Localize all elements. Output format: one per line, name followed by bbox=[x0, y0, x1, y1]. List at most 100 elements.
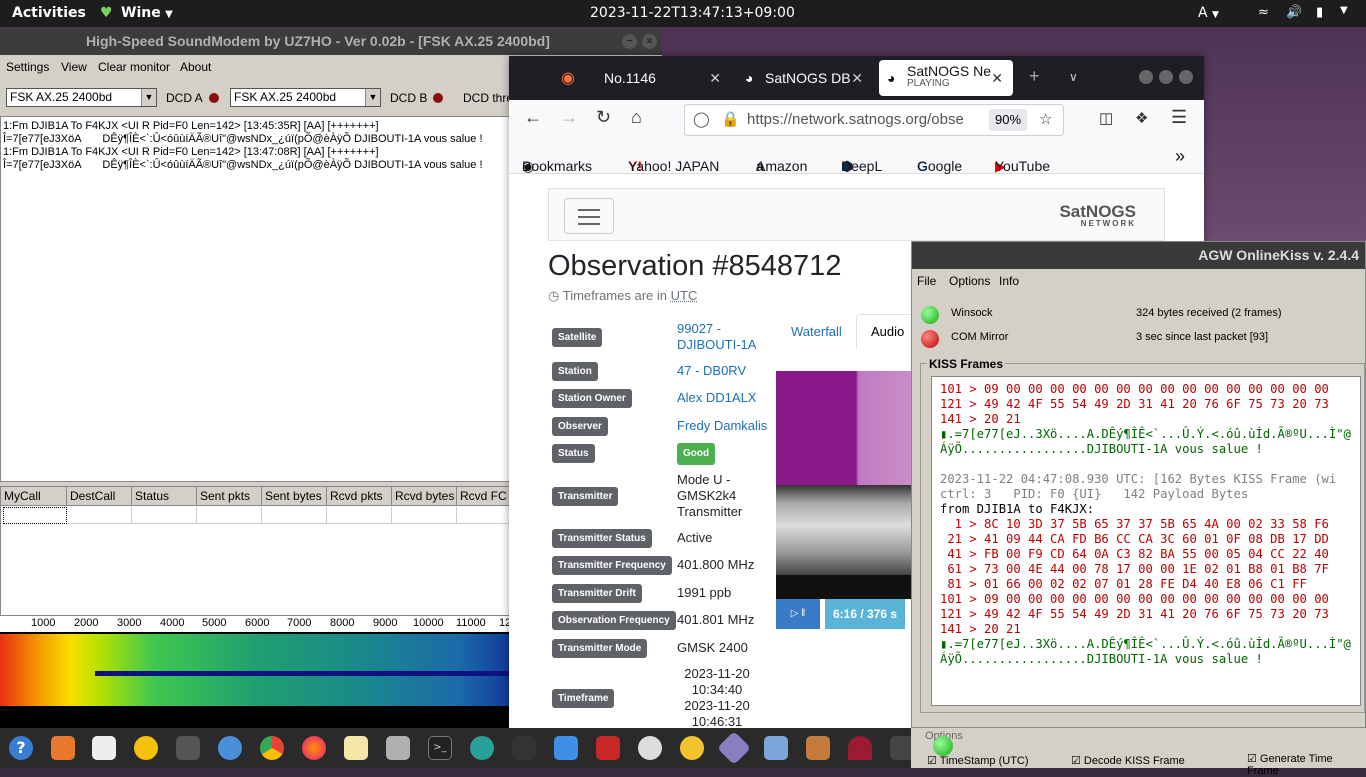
files-icon[interactable] bbox=[386, 736, 410, 760]
menu-about[interactable]: About bbox=[180, 55, 211, 79]
table-cell[interactable] bbox=[262, 507, 327, 524]
generate-time-frame-checkbox[interactable]: ☑ Generate Time Frame bbox=[1247, 752, 1366, 777]
tab-satnogs-db[interactable]: ◕ SatNOGS DB ✕ bbox=[739, 60, 873, 96]
character-app-icon[interactable] bbox=[680, 736, 704, 760]
menu-info[interactable]: Info bbox=[999, 269, 1019, 293]
radio-app-icon[interactable] bbox=[806, 736, 830, 760]
col-mycall[interactable]: MyCall bbox=[1, 487, 67, 506]
connections-table[interactable]: MyCall DestCall Status Sent pkts Sent by… bbox=[0, 486, 511, 616]
chrome-icon[interactable] bbox=[260, 736, 284, 760]
table-cell-selected[interactable] bbox=[3, 507, 67, 524]
mode-b-select[interactable]: FSK AX.25 2400bd ▼ bbox=[230, 88, 381, 107]
star-bookmark-icon[interactable]: ☆ bbox=[1039, 105, 1052, 135]
text-editor-icon[interactable] bbox=[344, 736, 368, 760]
tab-audio[interactable]: Audio bbox=[856, 314, 916, 348]
system-menu-chevron-icon[interactable]: ▼ bbox=[1340, 5, 1348, 16]
list-tabs-chevron-icon[interactable]: ∨ bbox=[1069, 70, 1078, 84]
battery-icon[interactable]: ▮ bbox=[1316, 5, 1323, 20]
map-tool-icon[interactable] bbox=[554, 736, 578, 760]
play-pause-button[interactable]: ▷ ‖ bbox=[776, 599, 820, 629]
value-observer[interactable]: Fredy Damkalis bbox=[677, 418, 777, 434]
value-station-owner[interactable]: Alex DD1ALX bbox=[677, 390, 777, 406]
soundmodem-titlebar[interactable]: High-Speed SoundModem by UZ7HO - Ver 0.0… bbox=[0, 28, 662, 55]
close-window-button[interactable] bbox=[1179, 70, 1193, 84]
agw-titlebar[interactable]: AGW OnlineKiss v. 2.4.4 bbox=[912, 242, 1365, 269]
col-sent-pkts[interactable]: Sent pkts bbox=[197, 487, 262, 506]
tab-satnogs-network[interactable]: ◕ SatNOGS Ne PLAYING ✕ bbox=[879, 60, 1013, 96]
menu-hamburger-icon[interactable]: ☰ bbox=[1171, 107, 1187, 128]
table-cell[interactable] bbox=[67, 507, 132, 524]
reload-icon[interactable]: ↻ bbox=[596, 107, 611, 128]
menu-view[interactable]: View bbox=[61, 55, 87, 79]
minimize-button[interactable] bbox=[1139, 70, 1153, 84]
kiss-frames-textarea[interactable]: 101 > 09 00 00 00 00 00 00 00 00 00 00 0… bbox=[931, 376, 1361, 706]
chevron-down-icon[interactable]: ▼ bbox=[365, 89, 380, 106]
wine-app-indicator-icon[interactable] bbox=[933, 736, 953, 756]
headset-icon[interactable] bbox=[134, 736, 158, 760]
table-cell[interactable] bbox=[457, 507, 511, 524]
minimize-button[interactable]: − bbox=[622, 34, 637, 49]
hamburger-menu-button[interactable] bbox=[564, 198, 614, 234]
menu-file[interactable]: File bbox=[917, 269, 936, 293]
shield-icon[interactable]: ◯ bbox=[693, 105, 710, 135]
back-arrow-icon[interactable]: ← bbox=[524, 107, 542, 128]
waterfall-image[interactable] bbox=[776, 371, 916, 599]
col-rcvd-pkts[interactable]: Rcvd pkts bbox=[327, 487, 392, 506]
firefox-view-icon[interactable]: ◉ bbox=[561, 68, 575, 88]
app-teal-icon[interactable] bbox=[470, 736, 494, 760]
tools-icon[interactable] bbox=[596, 736, 620, 760]
url-bar[interactable]: ◯ 🔒 https://network.satnogs.org/obse 90%… bbox=[684, 104, 1064, 136]
close-button[interactable]: × bbox=[642, 34, 657, 49]
col-rcvd-fc[interactable]: Rcvd FC bbox=[457, 487, 511, 506]
table-cell[interactable] bbox=[327, 507, 392, 524]
satnogs-logo[interactable]: SatNOGS NETWORK bbox=[1059, 203, 1136, 228]
value-station[interactable]: 47 - DB0RV bbox=[677, 363, 777, 379]
more-bookmarks-chevron-icon[interactable]: » bbox=[1175, 146, 1185, 167]
volume-icon[interactable]: 🔊 bbox=[1286, 5, 1302, 20]
forward-arrow-icon[interactable]: → bbox=[560, 107, 578, 128]
col-sent-bytes[interactable]: Sent bytes bbox=[262, 487, 327, 506]
monitor-textarea[interactable]: 1:Fm DJIB1A To F4KJX <UI R Pid=F0 Len=14… bbox=[0, 116, 510, 482]
close-tab-icon[interactable]: ✕ bbox=[851, 60, 863, 96]
chevron-down-icon[interactable]: ▼ bbox=[141, 89, 156, 106]
help-icon[interactable]: ? bbox=[9, 736, 33, 760]
photo-app-icon[interactable] bbox=[764, 736, 788, 760]
diamond-app-icon[interactable] bbox=[717, 731, 751, 765]
table-cell[interactable] bbox=[132, 507, 197, 524]
wine-app-menu[interactable]: ♥ Wine ▼ bbox=[100, 5, 173, 21]
table-cell[interactable] bbox=[197, 507, 262, 524]
antenna-tool-icon[interactable] bbox=[176, 736, 200, 760]
spectrum-waterfall[interactable]: 1000 2000 3000 4000 5000 6000 7000 8000 … bbox=[0, 616, 510, 728]
mode-a-select[interactable]: FSK AX.25 2400bd ▼ bbox=[6, 88, 157, 107]
activities-button[interactable]: Activities bbox=[12, 5, 86, 21]
pocket-icon[interactable]: ◫ bbox=[1099, 109, 1113, 127]
system-monitor-icon[interactable] bbox=[512, 736, 536, 760]
url-text[interactable]: https://network.satnogs.org/obse bbox=[747, 105, 987, 135]
maximize-button[interactable] bbox=[1159, 70, 1173, 84]
wifi-icon[interactable]: ≈ bbox=[1258, 5, 1269, 20]
timestamp-checkbox[interactable]: ☑ TimeStamp (UTC) bbox=[927, 754, 1029, 767]
menu-options[interactable]: Options bbox=[949, 269, 990, 293]
extensions-icon[interactable]: ❖ bbox=[1135, 109, 1148, 127]
firefox-icon[interactable] bbox=[302, 736, 326, 760]
col-status[interactable]: Status bbox=[132, 487, 197, 506]
documents-icon[interactable] bbox=[92, 736, 116, 760]
menu-clear-monitor[interactable]: Clear monitor bbox=[98, 55, 170, 79]
terminal-icon[interactable]: >_ bbox=[428, 736, 452, 760]
new-tab-button[interactable]: + bbox=[1029, 66, 1040, 87]
satellite-icon[interactable] bbox=[218, 736, 242, 760]
tab-waterfall[interactable]: Waterfall bbox=[791, 324, 842, 339]
tab-no1146[interactable]: No.1146 ✕ bbox=[593, 60, 731, 96]
input-method-indicator[interactable]: A ▼ bbox=[1198, 5, 1219, 21]
table-cell[interactable] bbox=[392, 507, 457, 524]
wine-glass-icon[interactable] bbox=[848, 736, 872, 760]
decode-kiss-checkbox[interactable]: ☑ Decode KISS Frame bbox=[1071, 754, 1185, 767]
home-icon[interactable]: ⌂ bbox=[631, 107, 642, 128]
col-destcall[interactable]: DestCall bbox=[67, 487, 132, 506]
clock[interactable]: 2023-11-22T13:47:13+09:00 bbox=[590, 5, 795, 21]
close-tab-icon[interactable]: ✕ bbox=[991, 60, 1003, 96]
value-satellite[interactable]: 99027 - DJIBOUTI-1A bbox=[677, 321, 777, 353]
zoom-level[interactable]: 90% bbox=[989, 109, 1028, 131]
software-store-icon[interactable] bbox=[51, 736, 75, 760]
col-rcvd-bytes[interactable]: Rcvd bytes bbox=[392, 487, 457, 506]
